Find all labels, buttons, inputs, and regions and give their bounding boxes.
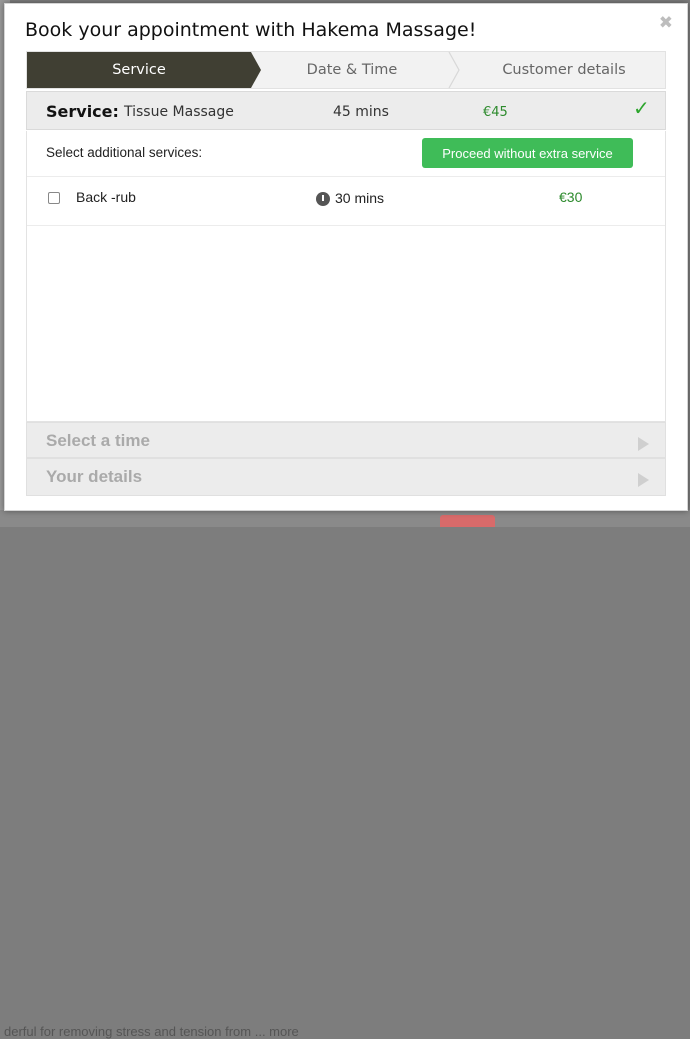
chevron-right-icon (638, 473, 649, 487)
selected-service-bar[interactable]: Service: Tissue Massage 45 mins €45 ✓ (26, 91, 666, 130)
additional-services-label: Select additional services: (46, 145, 203, 160)
accordion-label: Your details (46, 467, 143, 486)
service-duration: 45 mins (333, 104, 389, 120)
background-page-bottom: derful for removing stress and tension f… (0, 510, 690, 1039)
additional-services-panel: Select additional services: Proceed with… (26, 131, 666, 422)
step-service[interactable]: Service (27, 52, 251, 88)
accordion-select-time[interactable]: Select a time (26, 422, 666, 458)
modal-title: Book your appointment with Hakema Massag… (25, 19, 477, 41)
proceed-without-extra-button[interactable]: Proceed without extra service (422, 138, 633, 168)
background-button (440, 515, 495, 527)
accordion-label: Select a time (46, 431, 150, 450)
clock-icon (316, 192, 330, 206)
chevron-right-icon (638, 437, 649, 451)
booking-modal: Book your appointment with Hakema Massag… (4, 3, 688, 511)
background-description-text: derful for removing stress and tension f… (4, 1024, 299, 1039)
accordion-your-details[interactable]: Your details (26, 458, 666, 496)
extra-service-price: €30 (559, 189, 583, 205)
list-item[interactable]: Back -rub 30 mins €30 (27, 177, 665, 226)
close-icon[interactable]: ✖ (659, 14, 673, 31)
service-label: Service: (46, 102, 119, 121)
step-separator-icon (448, 52, 460, 88)
checkmark-icon: ✓ (633, 98, 650, 120)
extra-service-checkbox[interactable] (48, 192, 60, 204)
extra-service-name: Back -rub (76, 189, 136, 205)
service-name: Tissue Massage (124, 104, 234, 120)
service-price: €45 (483, 105, 508, 120)
step-progress-bar: Service Date & Time Customer details (26, 51, 666, 89)
extra-service-duration: 30 mins (335, 190, 385, 206)
step-date-time[interactable]: Date & Time (257, 52, 447, 88)
step-customer-details[interactable]: Customer details (461, 52, 665, 88)
